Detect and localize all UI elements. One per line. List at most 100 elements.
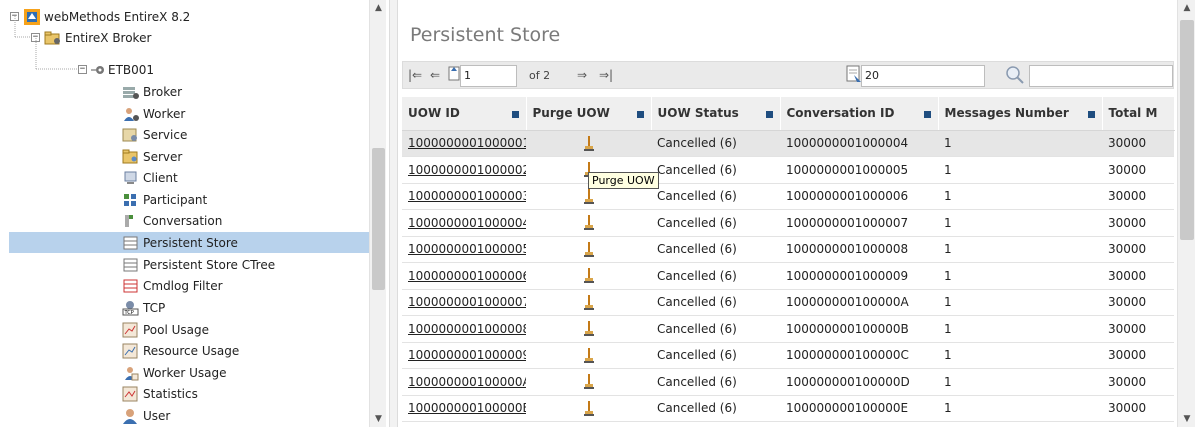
column-menu-icon[interactable] [636,111,644,118]
tree-item-label: Persistent Store CTree [143,257,276,272]
page-number-input[interactable]: 1 [460,65,517,87]
purge-uow-cell [526,130,651,157]
purge-broom-icon[interactable] [583,347,594,363]
tree-item-label: Client [143,170,178,185]
purge-broom-icon[interactable] [583,374,594,390]
table-row[interactable]: 1000000001000009 Cancelled (6) 10000000010… [402,342,1174,369]
scrollbar-thumb[interactable] [372,148,385,290]
uow-id-link[interactable]: 1000000001000002 [402,156,526,184]
search-icon[interactable] [1005,65,1025,88]
conversation-id-cell: 1000000001000004 [780,130,938,157]
scroll-down-arrow-icon[interactable]: ▼ [1178,411,1195,427]
uow-id-link[interactable]: 1000000001000008 [402,315,526,343]
conversation-id-cell: 100000000100000C [780,342,938,369]
tree-item-resource-usage[interactable]: Resource Usage [122,340,239,361]
tree-item-statistics[interactable]: Statistics [122,383,198,404]
uow-id-link[interactable]: 100000000100000A [402,368,526,396]
table-row[interactable]: 1000000001000005 Cancelled (6) 10000000010… [402,236,1174,263]
previous-page-icon[interactable]: ⇐ [430,68,440,82]
scrollbar-thumb[interactable] [1180,20,1194,240]
uow-status-cell: Cancelled (6) [651,209,780,237]
tree-item-label: Cmdlog Filter [143,278,223,293]
scroll-down-arrow-icon[interactable]: ▼ [370,411,387,427]
purge-broom-icon[interactable] [583,241,594,257]
tree-item-client[interactable]: Client [122,167,178,188]
first-page-icon[interactable]: |⇐ [408,68,422,82]
uow-id-link[interactable]: 1000000001000006 [402,262,526,290]
purge-uow-tooltip: Purge UOW [588,172,659,189]
column-header-purge-uow[interactable]: Purge UOW [526,97,652,131]
tree-item-cmdlog-filter[interactable]: Cmdlog Filter [122,275,223,296]
persistent-store-table: UOW ID Purge UOW UOW Status Conversation… [402,97,1175,422]
uow-id-link[interactable]: 1000000001000005 [402,236,526,263]
tree-item-broker[interactable]: Broker [122,81,182,102]
tree-item-label: Service [143,127,188,142]
purge-broom-icon[interactable] [583,321,594,337]
tree-item-label: Conversation [143,213,223,228]
purge-broom-icon[interactable] [583,268,594,284]
uow-id-link[interactable]: 1000000001000004 [402,209,526,237]
tree-scrollbar[interactable]: ▲ ▼ [369,0,386,427]
column-header-messages-number[interactable]: Messages Number [938,97,1103,131]
purge-broom-icon[interactable] [583,188,594,204]
table-row[interactable]: 1000000001000008 Cancelled (6) 10000000010… [402,315,1174,343]
table-row[interactable]: 1000000001000003 Cancelled (6) 10000000010… [402,183,1174,210]
table-row[interactable]: 1000000001000006 Cancelled (6) 10000000010… [402,262,1174,290]
table-row[interactable]: 1000000001000002 Cancelled (6) 10000000010… [402,156,1174,184]
tree-item-conversation[interactable]: Conversation [122,210,222,231]
purge-broom-icon[interactable] [583,400,594,416]
column-menu-icon[interactable] [511,111,519,118]
column-header-total[interactable]: Total M [1102,97,1175,131]
tree-item-worker[interactable]: Worker [122,103,185,124]
purge-broom-icon[interactable] [583,294,594,310]
total-cell: 30000 [1102,236,1174,263]
column-header-label: UOW Status [657,106,739,121]
last-page-icon[interactable]: ⇒| [599,68,613,82]
uow-id-link[interactable]: 1000000001000001 [402,130,526,157]
conversation-id-cell: 100000000100000B [780,315,938,343]
tree-item-pool-usage[interactable]: Pool Usage [122,319,209,340]
next-page-icon[interactable]: ⇒ [577,68,587,82]
page-title: Persistent Store [410,24,561,46]
column-header-uow-id[interactable]: UOW ID [402,97,527,131]
conversation-id-cell: 100000000100000D [780,368,938,396]
column-menu-icon[interactable] [765,111,773,118]
uow-status-cell: Cancelled (6) [651,342,780,369]
table-row[interactable]: 1000000001000001 Cancelled (6) 10000000010… [402,130,1174,157]
column-header-uow-status[interactable]: UOW Status [651,97,781,131]
tree-item-service[interactable]: Service [122,124,187,145]
column-menu-icon[interactable] [923,111,931,118]
uow-id-link[interactable]: 100000000100000B [402,395,526,422]
search-input[interactable] [1029,65,1173,87]
conversation-id-cell: 1000000001000008 [780,236,938,263]
uow-id-link[interactable]: 1000000001000007 [402,289,526,316]
scroll-up-arrow-icon[interactable]: ▲ [370,0,387,16]
purge-uow-cell [526,395,651,422]
table-row[interactable]: 100000000100000A Cancelled (6) 10000000010… [402,368,1174,396]
tree-item-worker-usage[interactable]: Worker Usage [122,362,226,383]
purge-broom-icon[interactable] [583,215,594,231]
uow-id-link[interactable]: 1000000001000009 [402,342,526,369]
tree-item-persistent-store-ctree[interactable]: Persistent Store CTree [122,254,275,275]
total-cell: 30000 [1102,262,1174,290]
scroll-up-arrow-icon[interactable]: ▲ [1178,0,1195,16]
conversation-id-cell: 1000000001000006 [780,183,938,210]
purge-broom-icon[interactable] [583,135,594,151]
tree-item-label: Persistent Store [143,235,238,250]
tree-connector-lines [14,16,78,70]
column-header-conversation-id[interactable]: Conversation ID [780,97,939,131]
column-menu-icon[interactable] [1087,111,1095,118]
content-scrollbar[interactable]: ▲ ▼ [1177,0,1195,427]
page-jump-icon[interactable] [448,65,460,84]
tree-item-label: Resource Usage [143,343,240,358]
rows-per-page-input[interactable]: 20 [861,65,985,87]
tree-item-participant[interactable]: Participant [122,189,207,210]
table-row[interactable]: 1000000001000007 Cancelled (6) 10000000010… [402,289,1174,316]
tree-item-server[interactable]: Server [122,146,182,167]
panel-splitter[interactable] [389,0,398,427]
uow-id-link[interactable]: 1000000001000003 [402,183,526,210]
table-row[interactable]: 1000000001000004 Cancelled (6) 10000000010… [402,209,1174,237]
table-row[interactable]: 100000000100000B Cancelled (6) 10000000010… [402,395,1174,422]
total-cell: 30000 [1102,368,1174,396]
purge-uow-cell [526,368,651,396]
